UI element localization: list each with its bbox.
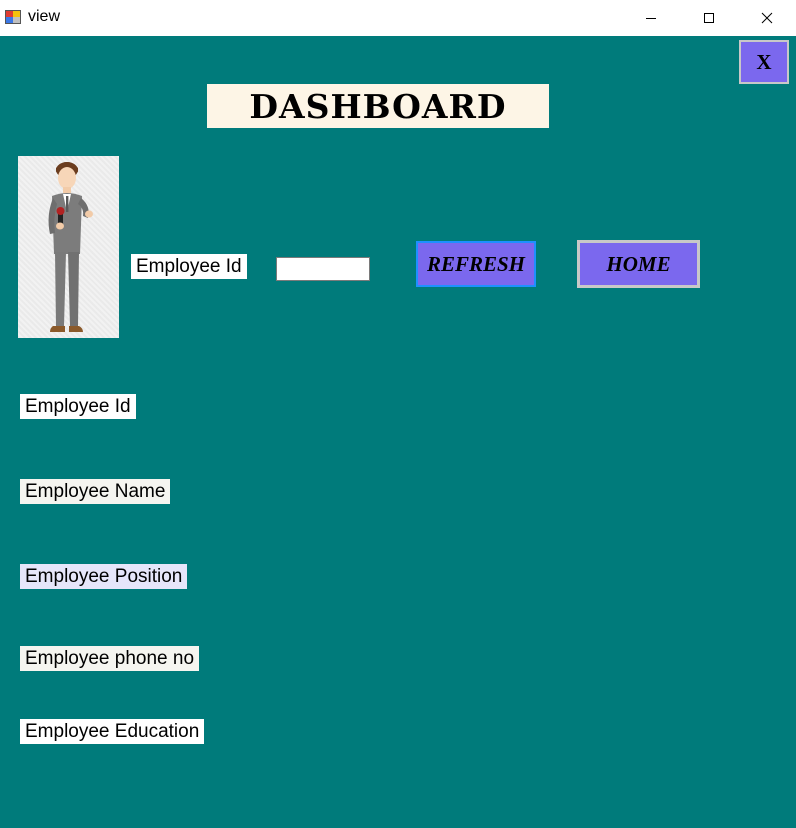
employee-education-label: Employee Education — [20, 719, 205, 744]
close-icon — [761, 12, 773, 24]
employee-name-label: Employee Name — [20, 479, 171, 504]
window-close-button[interactable] — [738, 0, 796, 36]
minimize-button[interactable] — [622, 0, 680, 36]
employee-avatar — [18, 156, 119, 338]
app-icon — [5, 9, 21, 25]
maximize-icon — [704, 13, 714, 23]
form-close-button[interactable]: X — [739, 40, 789, 84]
employee-phone-label: Employee phone no — [20, 646, 200, 671]
minimize-icon — [646, 18, 656, 19]
maximize-button[interactable] — [680, 0, 738, 36]
dashboard-form: X DASHBOARD Employee Id REFRESH HOME Emp… — [0, 36, 796, 828]
window-title: view — [28, 8, 61, 25]
home-button[interactable]: HOME — [577, 240, 700, 288]
refresh-button[interactable]: REFRESH — [416, 241, 536, 287]
page-title: DASHBOARD — [207, 84, 549, 128]
search-employee-id-label: Employee Id — [131, 254, 247, 279]
window-title-bar: view — [0, 0, 796, 36]
employee-avatar-icon — [48, 162, 93, 332]
employee-position-label: Employee Position — [20, 564, 188, 589]
employee-id-label: Employee Id — [20, 394, 136, 419]
employee-id-input[interactable] — [276, 257, 370, 281]
